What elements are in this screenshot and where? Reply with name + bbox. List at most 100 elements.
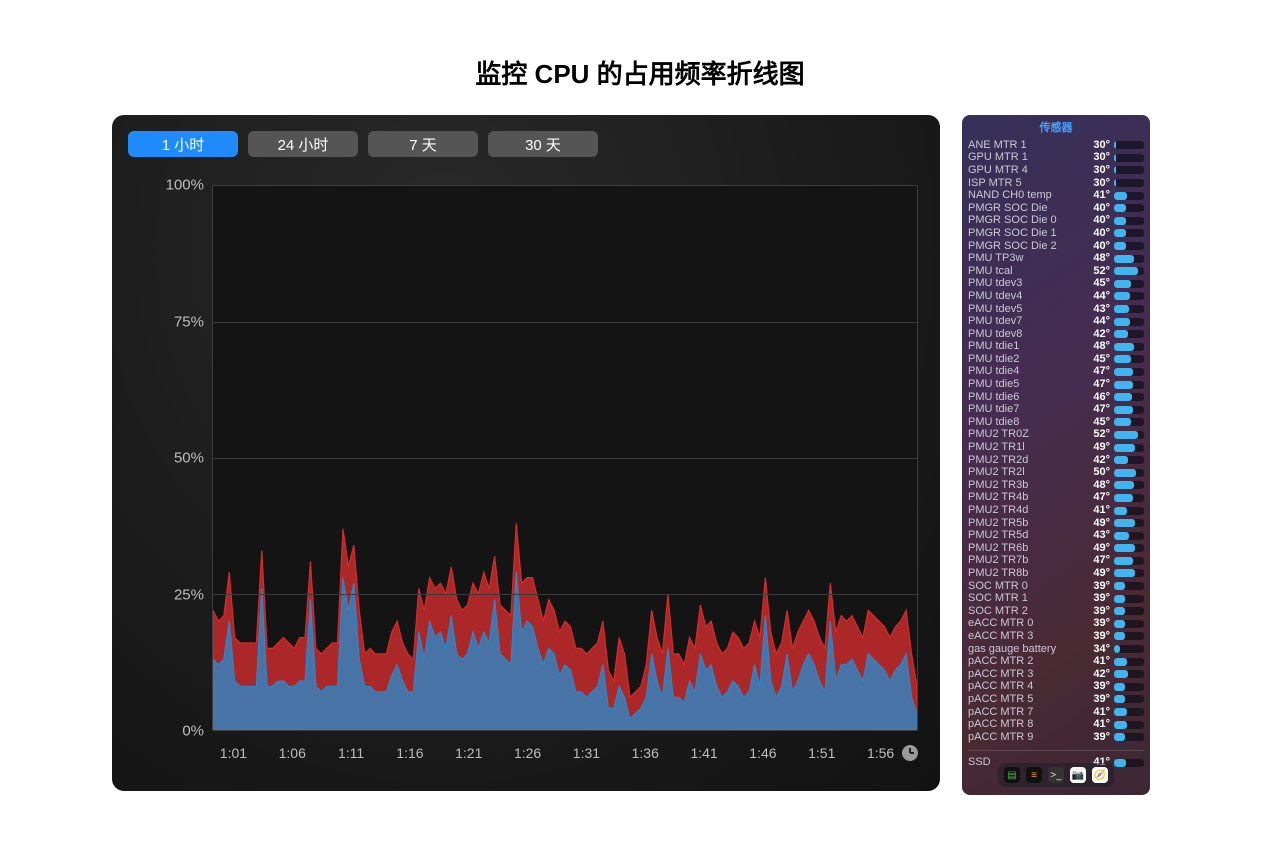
- sensor-name: PMU2 TR4b: [968, 492, 1078, 503]
- temp-bar: [1114, 632, 1144, 640]
- sensor-temp: 41°: [1082, 190, 1110, 201]
- sensor-row: PMGR SOC Die 140°: [968, 227, 1144, 240]
- sensor-temp: 30°: [1082, 140, 1110, 151]
- sensor-row: PMU tdev345°: [968, 278, 1144, 291]
- sensor-row: SOC MTR 1 39°: [968, 592, 1144, 605]
- sensor-row: PMGR SOC Die 040°: [968, 215, 1144, 228]
- sensor-temp: 34°: [1082, 644, 1110, 655]
- temp-bar: [1114, 658, 1144, 666]
- sensor-row: SOC MTR 039°: [968, 580, 1144, 593]
- sensor-name: PMU tdie6: [968, 392, 1078, 403]
- sensor-temp: 30°: [1082, 152, 1110, 163]
- sensor-temp: 49°: [1082, 543, 1110, 554]
- sensor-name: PMU tdie8: [968, 417, 1078, 428]
- temp-bar: [1114, 469, 1144, 477]
- sensor-row: PMU tdev543°: [968, 303, 1144, 316]
- sensor-name: PMU2 TR2l: [968, 467, 1078, 478]
- y-axis-label: 100%: [154, 177, 204, 194]
- temp-bar: [1114, 343, 1144, 351]
- sensor-row: PMU tcal 52°: [968, 265, 1144, 278]
- sensor-temp: 48°: [1082, 341, 1110, 352]
- sensor-row: pACC MTR 741°: [968, 706, 1144, 719]
- sensor-temp: 41°: [1082, 707, 1110, 718]
- temp-bar: [1114, 532, 1144, 540]
- dock-temps-icon[interactable]: ≡: [1026, 767, 1042, 783]
- dock-activity-monitor-icon[interactable]: ▤: [1004, 767, 1020, 783]
- sensor-name: PMGR SOC Die 2: [968, 241, 1078, 252]
- sensor-temp: 44°: [1082, 316, 1110, 327]
- sensor-name: pACC MTR 3: [968, 669, 1078, 680]
- sensor-name: PMU2 TR0Z: [968, 429, 1078, 440]
- sensor-row: PMU2 TR4b 47°: [968, 492, 1144, 505]
- temp-bar: [1114, 141, 1144, 149]
- sensor-temp: 40°: [1082, 241, 1110, 252]
- sensor-row: PMU tdie747°: [968, 403, 1144, 416]
- y-axis-label: 25%: [154, 586, 204, 603]
- sensor-name: PMU tcal: [968, 266, 1078, 277]
- temp-bar: [1114, 481, 1144, 489]
- temp-bar: [1114, 267, 1144, 275]
- sensor-name: eACC MTR 3: [968, 631, 1078, 642]
- sensor-row: PMU tdie148°: [968, 341, 1144, 354]
- sensor-name: NAND CH0 temp: [968, 190, 1078, 201]
- temp-bar: [1114, 355, 1144, 363]
- sensor-temp: 43°: [1082, 530, 1110, 541]
- sensor-temp: 42°: [1082, 669, 1110, 680]
- sensor-name: ANE MTR 1: [968, 140, 1078, 151]
- range-tab-3[interactable]: 30 天: [488, 131, 598, 157]
- sensor-row: PMU2 TR4d41°: [968, 504, 1144, 517]
- range-tab-2[interactable]: 7 天: [368, 131, 478, 157]
- page-title: 监控 CPU 的占用频率折线图: [0, 0, 1280, 91]
- temp-bar: [1114, 569, 1144, 577]
- sensor-row: eACC MTR 039°: [968, 618, 1144, 631]
- sensor-temp: 46°: [1082, 392, 1110, 403]
- sensor-name: PMU2 TR5b: [968, 518, 1078, 529]
- chart-panel: 1 小时24 小时7 天30 天 100%75%50%25%0% 1:011:0…: [112, 115, 940, 791]
- sensor-row: SOC MTR 239°: [968, 605, 1144, 618]
- sensor-name: PMU tdie5: [968, 379, 1078, 390]
- sensor-row: PMU tdie6 46°: [968, 391, 1144, 404]
- temp-bar: [1114, 444, 1144, 452]
- sensor-name: PMU tdie4: [968, 366, 1078, 377]
- sensor-name: SOC MTR 1: [968, 593, 1078, 604]
- temp-bar: [1114, 431, 1144, 439]
- sensor-row: PMU2 TR0Z52°: [968, 429, 1144, 442]
- sensor-temp: 49°: [1082, 518, 1110, 529]
- sensor-name: pACC MTR 4: [968, 681, 1078, 692]
- sensor-temp: 42°: [1082, 455, 1110, 466]
- sensor-name: PMGR SOC Die 1: [968, 228, 1078, 239]
- sensor-row: PMU2 TR5b 49°: [968, 517, 1144, 530]
- sensor-temp: 41°: [1082, 656, 1110, 667]
- range-tab-0[interactable]: 1 小时: [128, 131, 238, 157]
- sensor-row: PMU tdev444°: [968, 290, 1144, 303]
- sensor-temp: 42°: [1082, 329, 1110, 340]
- chart-plot-area[interactable]: [212, 185, 918, 731]
- temp-bar: [1114, 305, 1144, 313]
- y-axis-label: 0%: [154, 723, 204, 740]
- range-tab-1[interactable]: 24 小时: [248, 131, 358, 157]
- temp-bar: [1114, 393, 1144, 401]
- sensor-temp: 52°: [1082, 266, 1110, 277]
- x-axis-label: 1:56: [867, 745, 894, 761]
- sensor-row: ANE MTR 1 30°: [968, 139, 1144, 152]
- sensor-temp: 47°: [1082, 492, 1110, 503]
- sensor-name: gas gauge battery: [968, 644, 1078, 655]
- sensor-temp: 45°: [1082, 354, 1110, 365]
- sensor-name: PMU tdev7: [968, 316, 1078, 327]
- temp-bar: [1114, 494, 1144, 502]
- temp-bar: [1114, 255, 1144, 263]
- sensor-name: PMU tdev3: [968, 278, 1078, 289]
- sensor-row: PMU tdie447°: [968, 366, 1144, 379]
- sensor-row: PMGR SOC Die40°: [968, 202, 1144, 215]
- sensor-temp: 40°: [1082, 215, 1110, 226]
- dock-camera-icon[interactable]: 📷: [1070, 767, 1086, 783]
- temp-bar: [1114, 166, 1144, 174]
- sensor-temp: 39°: [1082, 593, 1110, 604]
- x-axis-label: 1:21: [455, 745, 482, 761]
- x-axis-label: 1:51: [808, 745, 835, 761]
- dock-safari-icon[interactable]: 🧭: [1092, 767, 1108, 783]
- y-axis-label: 50%: [154, 450, 204, 467]
- dock-terminal-icon[interactable]: >_: [1048, 767, 1064, 783]
- sensor-row: pACC MTR 539°: [968, 693, 1144, 706]
- sensor-row: pACC MTR 3 42°: [968, 668, 1144, 681]
